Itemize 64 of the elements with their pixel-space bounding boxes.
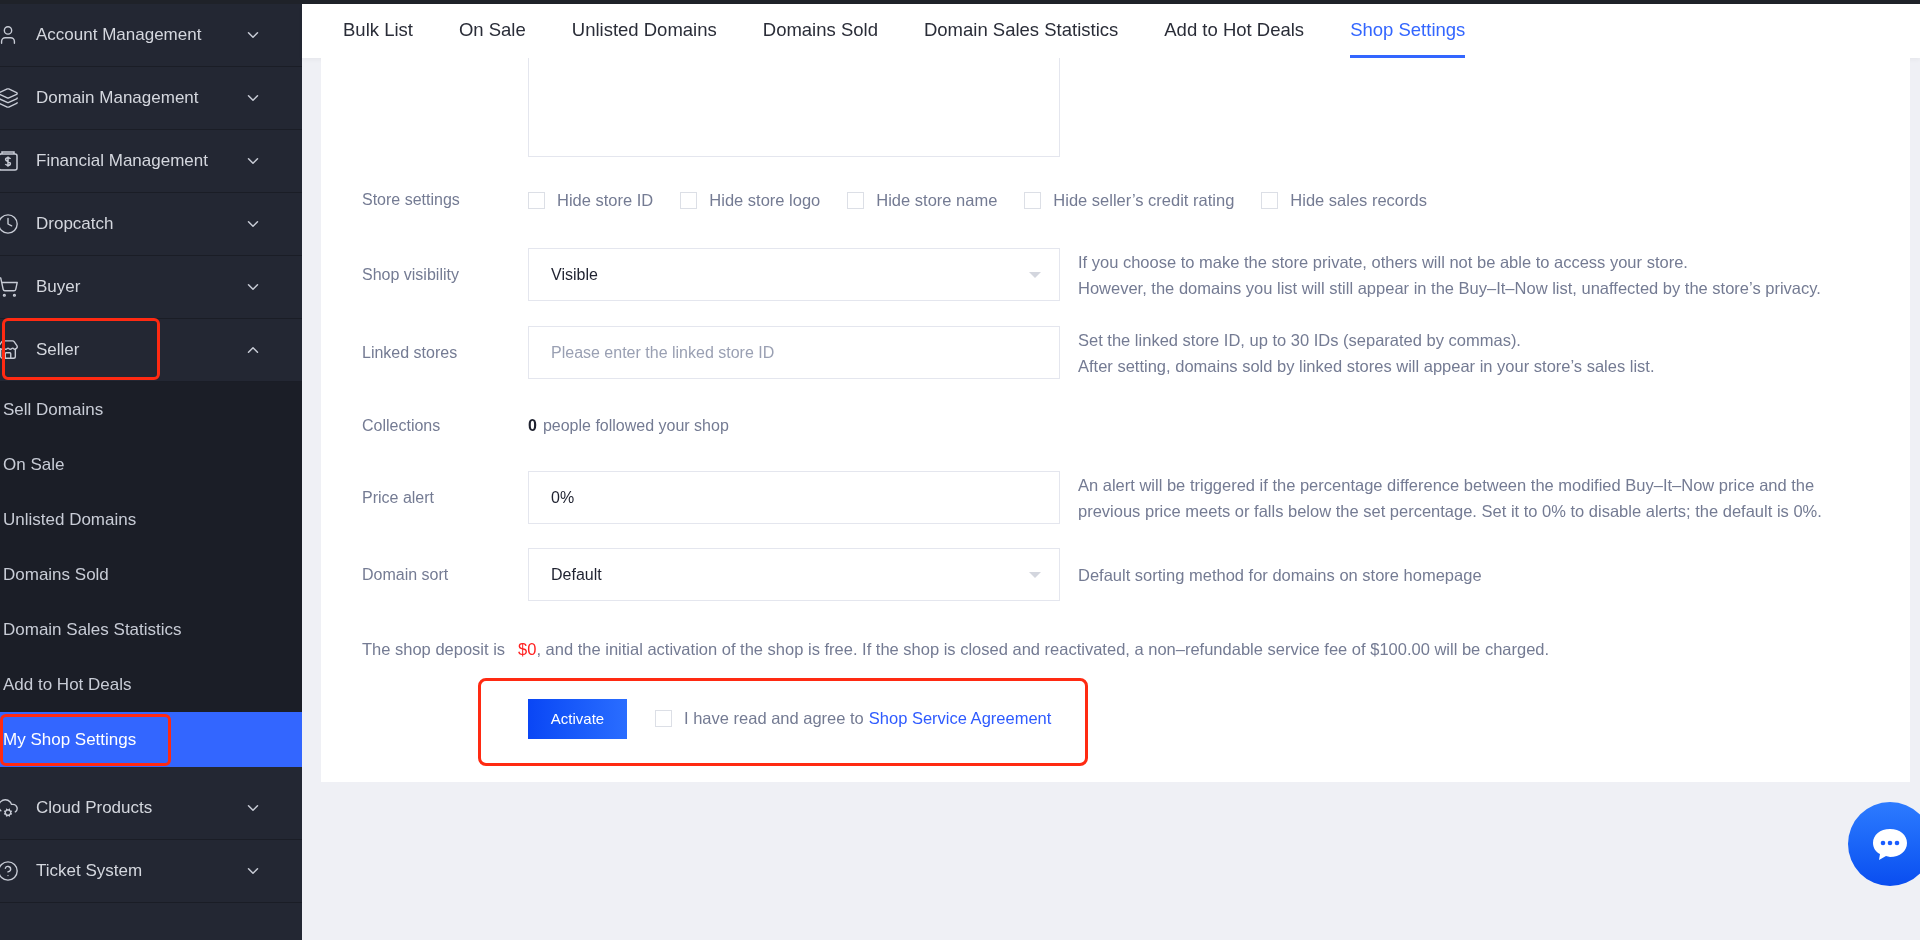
tab[interactable]: Domains Sold [762, 4, 878, 58]
chat-bubble-icon [1871, 827, 1909, 861]
activate-button[interactable]: Activate [528, 698, 627, 739]
help-icon [0, 860, 19, 882]
sidebar-item[interactable]: Financial Management [0, 130, 302, 193]
checkbox[interactable] [528, 191, 545, 209]
layers-icon [0, 87, 19, 109]
field-label: Linked stores [362, 342, 459, 363]
sidebar-item[interactable]: Buyer [0, 256, 302, 319]
tab[interactable]: Domain Sales Statistics [923, 4, 1119, 58]
field-label: Domain sort [362, 564, 450, 585]
clock-icon [0, 213, 19, 235]
agreement-text: I have read and agree to [684, 708, 864, 730]
agreement-link[interactable]: Shop Service Agreement [868, 706, 1052, 732]
tab[interactable]: Add to Hot Deals [1164, 4, 1305, 58]
dropdown-caret-icon [1029, 271, 1041, 278]
deposit-text: , and the initial activation of the shop is free. If the shop is closed and reactivated, a non–refundable service fee of $100.00 will be charged. [536, 639, 1550, 660]
sidebar-item[interactable]: Ticket System [0, 840, 302, 903]
checkbox-label: Hide store ID [557, 189, 654, 211]
checkbox-label: Hide store logo [709, 189, 821, 211]
field-label: Shop visibility [362, 264, 460, 285]
submenu-item[interactable]: Sell Domains [0, 382, 302, 437]
help-text: Default sorting method for domains on store homepage [1078, 564, 1482, 586]
field-label: Price alert [362, 487, 436, 508]
tab[interactable]: Unlisted Domains [571, 4, 717, 58]
submenu-item[interactable]: Unlisted Domains [0, 492, 302, 547]
field-label: Store settings [362, 190, 461, 210]
checkbox-label: Hide sales records [1290, 189, 1427, 211]
submenu-item[interactable]: Add to Hot Deals [0, 657, 302, 712]
checkbox[interactable] [1261, 191, 1279, 209]
help-text: An alert will be triggered if the percentage difference between the modified Buy–It–Now price and the previous price meets or falls below the set percentage. Set it to 0% to disable alerts; the default is 0%. [1078, 474, 1822, 522]
sort-select[interactable]: Default [528, 548, 1060, 601]
followers-count: 0 [528, 416, 537, 436]
linked-stores-input[interactable]: Please enter the linked store ID [528, 326, 1060, 379]
textarea-field[interactable] [528, 58, 1060, 157]
checkbox[interactable] [655, 710, 672, 728]
checkbox[interactable] [1024, 191, 1042, 209]
cart-icon [0, 276, 19, 298]
deposit-amount: $0 [518, 639, 537, 660]
dropdown-caret-icon [1029, 571, 1041, 578]
submenu-item[interactable]: Domain Sales Statistics [0, 602, 302, 657]
field-label: Collections [362, 416, 442, 436]
deposit-label: The shop deposit is [362, 639, 506, 660]
visibility-select[interactable]: Visible [528, 248, 1060, 301]
tab[interactable]: On Sale [458, 4, 526, 58]
checkbox-label: Hide store name [876, 189, 998, 211]
sidebar-item[interactable]: Dropcatch [0, 193, 302, 256]
help-text: Set the linked store ID, up to 30 IDs (separated by commas). After setting, domains sold by linked stores will appear in your store’s sales list. [1078, 329, 1655, 377]
submenu-item[interactable]: My Shop Settings [0, 712, 302, 767]
store-icon [0, 339, 19, 361]
money-icon [0, 150, 19, 172]
chat-button[interactable] [1848, 802, 1920, 886]
checkbox[interactable] [680, 191, 698, 209]
cloud-icon [0, 797, 19, 819]
sidebar-item[interactable]: Cloud Products [0, 777, 302, 840]
sidebar-item[interactable]: Domain Management [0, 67, 302, 130]
tab[interactable]: Bulk List [343, 4, 413, 58]
submenu-item[interactable]: Domains Sold [0, 547, 302, 602]
followers-text: people followed your shop [542, 416, 729, 436]
submenu-item[interactable]: On Sale [0, 437, 302, 492]
checkbox[interactable] [847, 191, 865, 209]
price-alert-input[interactable]: 0% [528, 471, 1060, 524]
checkbox-label: Hide seller’s credit rating [1053, 189, 1235, 211]
help-text: If you choose to make the store private, others will not be able to access your store. However, the domains you list will still appear in the Buy–It–Now list, unaffected by the store’s privacy. [1078, 251, 1821, 299]
